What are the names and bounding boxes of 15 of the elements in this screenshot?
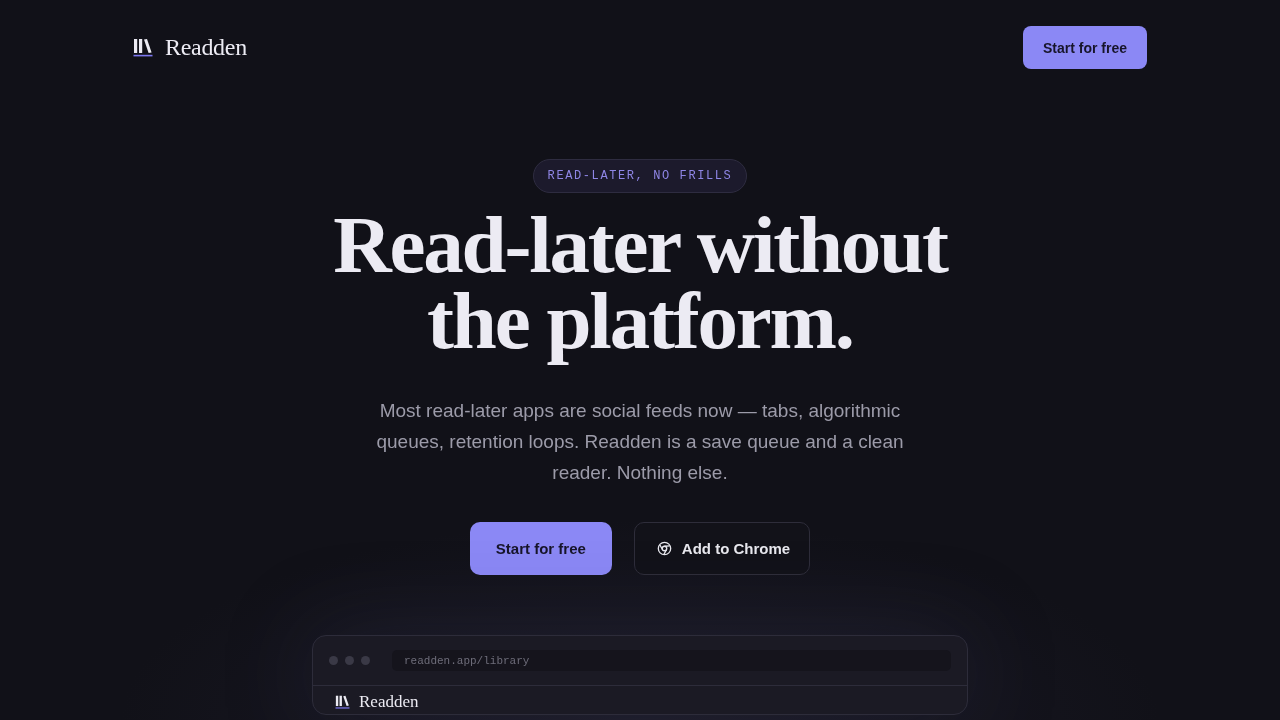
- add-to-chrome-button[interactable]: Add to Chrome: [633, 522, 811, 575]
- aperture-icon: [656, 541, 672, 556]
- app-brand-name: Readden: [359, 692, 419, 712]
- tagline-badge: READ-LATER, NO FRILLS: [532, 159, 748, 193]
- window-dot-icon: [361, 656, 370, 665]
- books-icon: [335, 695, 350, 709]
- start-free-button[interactable]: Start for free: [469, 522, 612, 575]
- hero-headline: Read-later without the platform.: [333, 207, 947, 368]
- address-bar[interactable]: readden.app/library: [392, 650, 951, 671]
- start-free-button[interactable]: Start for free: [1022, 26, 1147, 69]
- hero-description: Most read-later apps are social feeds now — tabs, algorithmic queues, retention loops. Readden is a save queue and a clean reader. Nothing else.: [375, 399, 905, 485]
- brand-name: Readden: [165, 34, 247, 61]
- window-dot-icon: [329, 656, 338, 665]
- books-icon: [133, 38, 153, 57]
- window-dot-icon: [345, 656, 354, 665]
